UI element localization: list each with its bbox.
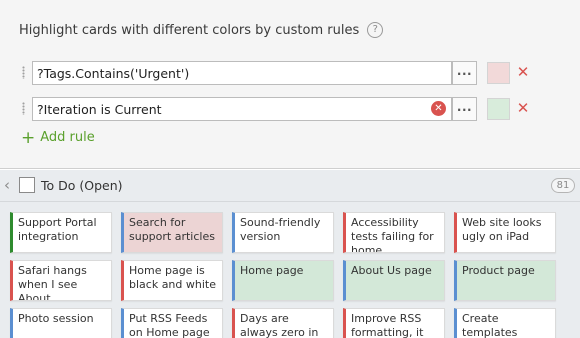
rule-row: ✕ ... ✕ [0,97,580,121]
task-card[interactable]: Photo session [10,308,112,338]
plus-icon: + [21,127,36,148]
help-icon[interactable]: ? [367,22,384,38]
task-card[interactable]: Safari hangs when I see About [10,260,112,301]
task-card[interactable]: Improve RSS formatting, it [343,308,445,338]
drag-handle-icon[interactable] [22,66,25,79]
rule-expression-input[interactable] [32,61,452,85]
chevron-left-icon[interactable]: ‹ [4,177,10,193]
task-card[interactable]: Days are always zero in RSS block [232,308,334,338]
task-card[interactable]: Web site looks ugly on iPad [454,212,556,253]
rule-options-button[interactable]: ... [452,61,477,85]
clear-input-icon[interactable]: ✕ [431,101,446,116]
column-title: To Do (Open) [41,178,123,193]
task-card[interactable]: Sound-friendly version [232,212,334,253]
task-card[interactable]: Put RSS Feeds on Home page [121,308,223,338]
task-card[interactable]: Home page [232,260,334,301]
cards-area: Support Portal integration Search for sup… [0,202,580,338]
remove-rule-icon[interactable]: ✕ [515,99,531,117]
rule-color-swatch[interactable] [487,98,510,120]
rule-row: ... ✕ [0,61,580,85]
rule-options-button[interactable]: ... [452,97,477,121]
column-header: ‹ To Do (Open) 81 [0,170,580,202]
task-card[interactable]: Product page [454,260,556,301]
task-card[interactable]: Accessibility tests failing for home [343,212,445,253]
panel-title: Highlight cards with different colors by… [19,22,384,38]
card-count-badge: 81 [551,178,575,193]
task-card[interactable]: Search for support articles [121,212,223,253]
drag-handle-icon[interactable] [22,102,25,115]
task-card[interactable]: Home page is black and white [121,260,223,301]
panel-title-text: Highlight cards with different colors by… [19,22,360,38]
color-rules-panel: Highlight cards with different colors by… [0,0,580,169]
rule-color-swatch[interactable] [487,62,510,84]
task-card[interactable]: Create templates [454,308,556,338]
task-card[interactable]: Support Portal integration [10,212,112,253]
rule-expression-input[interactable] [32,97,452,121]
add-rule-button[interactable]: + Add rule [21,127,95,148]
add-rule-label: Add rule [40,130,95,145]
select-column-checkbox[interactable] [19,177,35,193]
remove-rule-icon[interactable]: ✕ [515,63,531,81]
task-card[interactable]: About Us page [343,260,445,301]
